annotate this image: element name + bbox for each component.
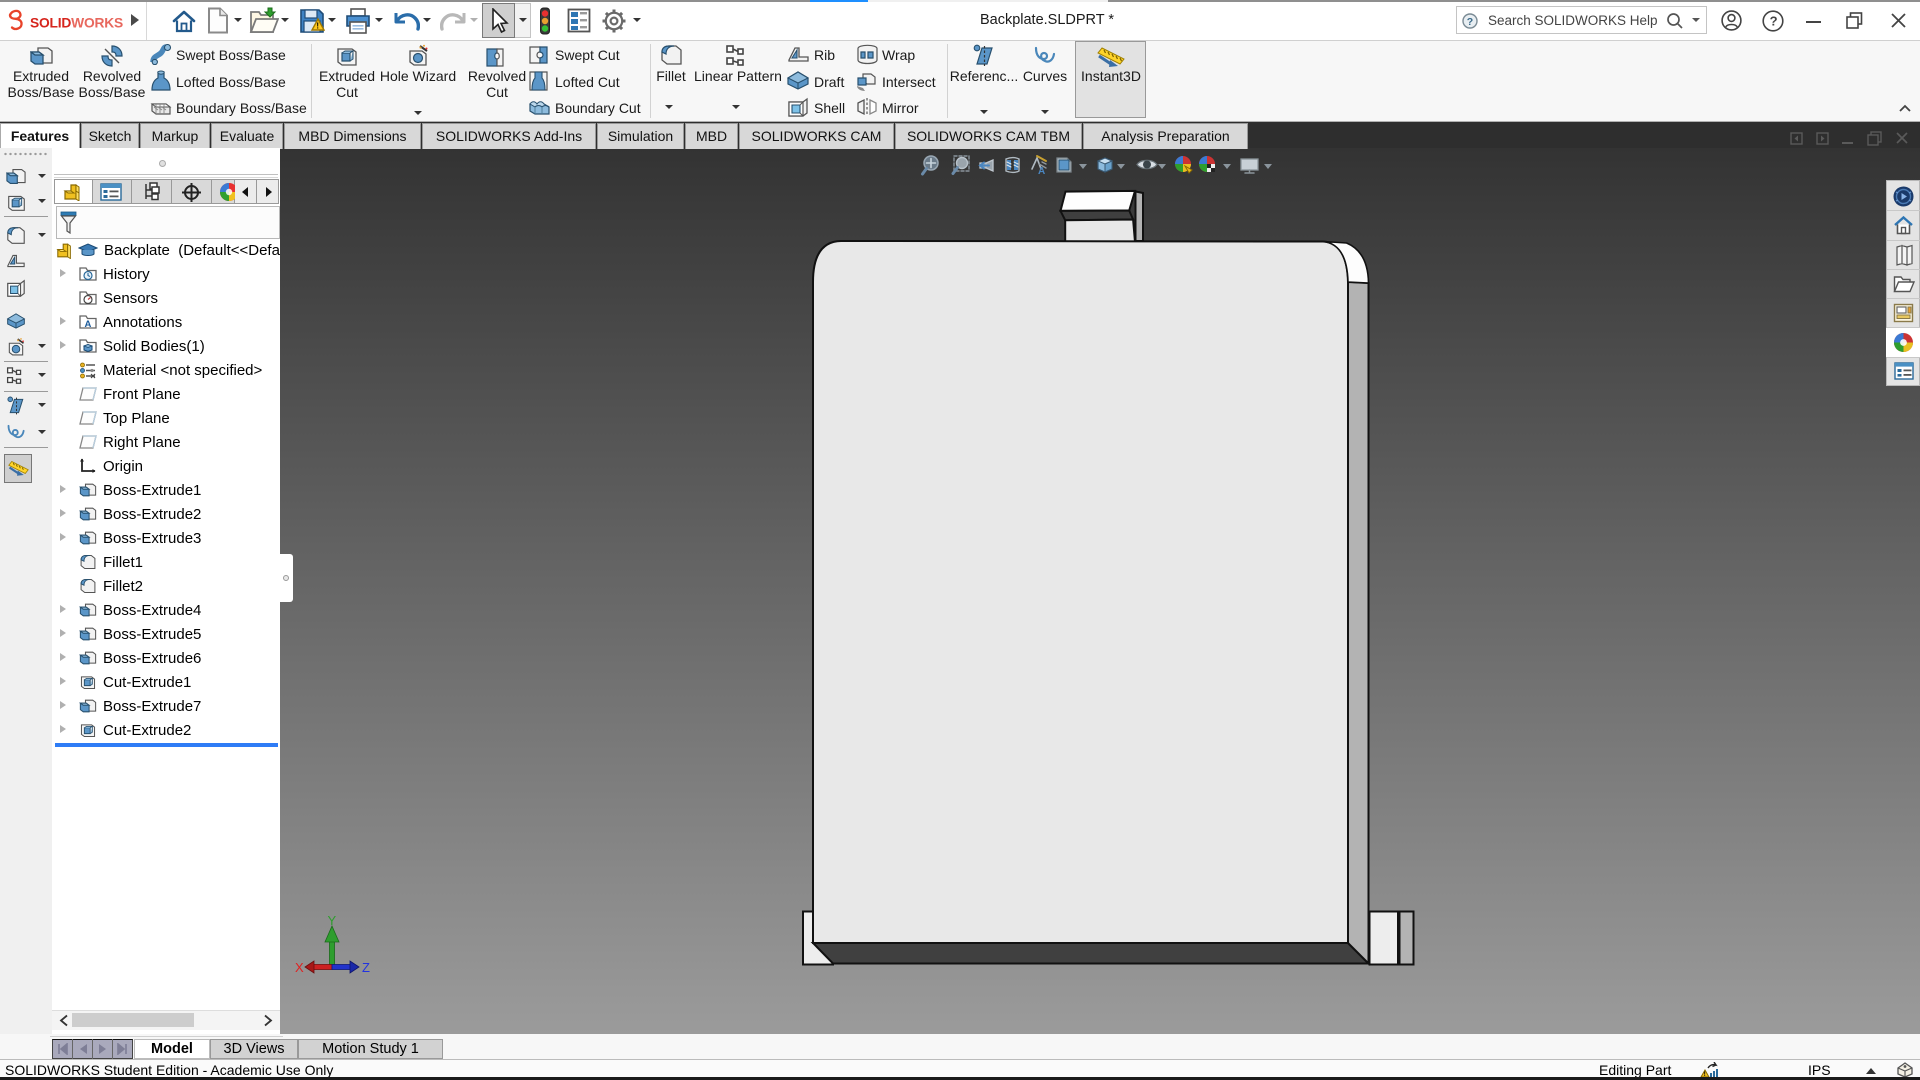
svg-text:?: ? xyxy=(1770,14,1778,29)
svg-text:SOLIDWORKS: SOLIDWORKS xyxy=(30,16,123,31)
svg-text:Z: Z xyxy=(362,960,370,975)
svg-text:!: ! xyxy=(316,22,319,31)
svg-text:A: A xyxy=(85,319,92,330)
svg-text:?: ? xyxy=(1467,16,1473,28)
svg-text:Y: Y xyxy=(328,913,337,928)
svg-text:X: X xyxy=(295,960,304,975)
svg-text:A: A xyxy=(1038,166,1045,177)
